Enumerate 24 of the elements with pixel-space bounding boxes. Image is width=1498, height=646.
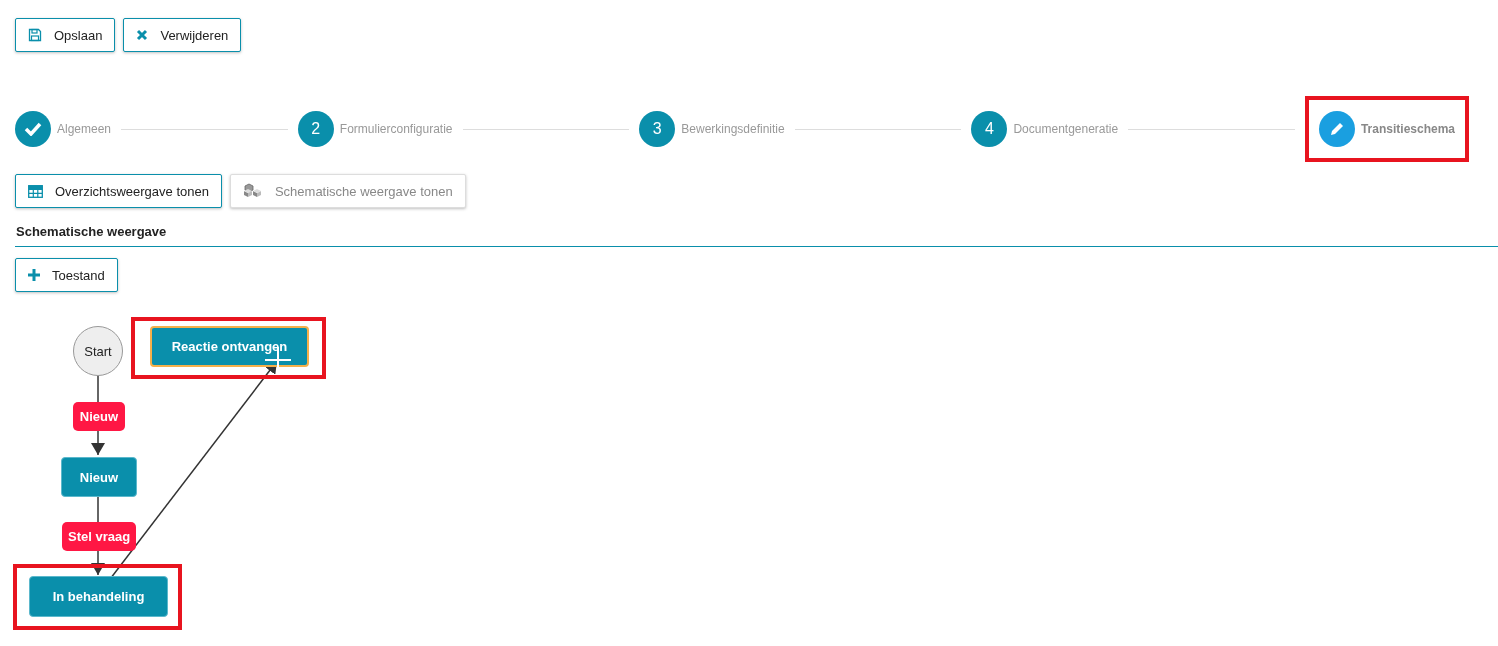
step-label: Algemeen [57,122,112,136]
state-node[interactable]: Nieuw [61,457,137,497]
step-label: Bewerkingsdefinitie [681,122,785,136]
delete-button[interactable]: Verwijderen [123,18,242,52]
save-button[interactable]: Opslaan [15,18,116,52]
overview-button[interactable]: Overzichtsweergave tonen [15,174,222,208]
section-title: Schematische weergave [15,224,1498,247]
transition-label[interactable]: Nieuw [73,402,125,431]
table-icon [28,184,43,198]
step-label: Documentgeneratie [1013,122,1119,136]
start-node[interactable]: Start [73,326,123,376]
step-label: Formulierconfiguratie [339,122,453,136]
step-number: 3 [639,111,676,147]
plus-icon [28,269,40,281]
close-icon [136,29,149,41]
save-icon [28,28,42,42]
state-node[interactable]: Reactie ontvangen [150,326,309,367]
add-state-button[interactable]: Toestand [15,258,118,292]
step-label: Transitieschema [1360,122,1455,136]
step-number: 2 [297,111,334,147]
transition-label[interactable]: Stel vraag [62,522,137,551]
state-node[interactable]: In behandeling [29,576,168,617]
cubes-icon [242,183,263,199]
step-number: 4 [971,111,1008,147]
